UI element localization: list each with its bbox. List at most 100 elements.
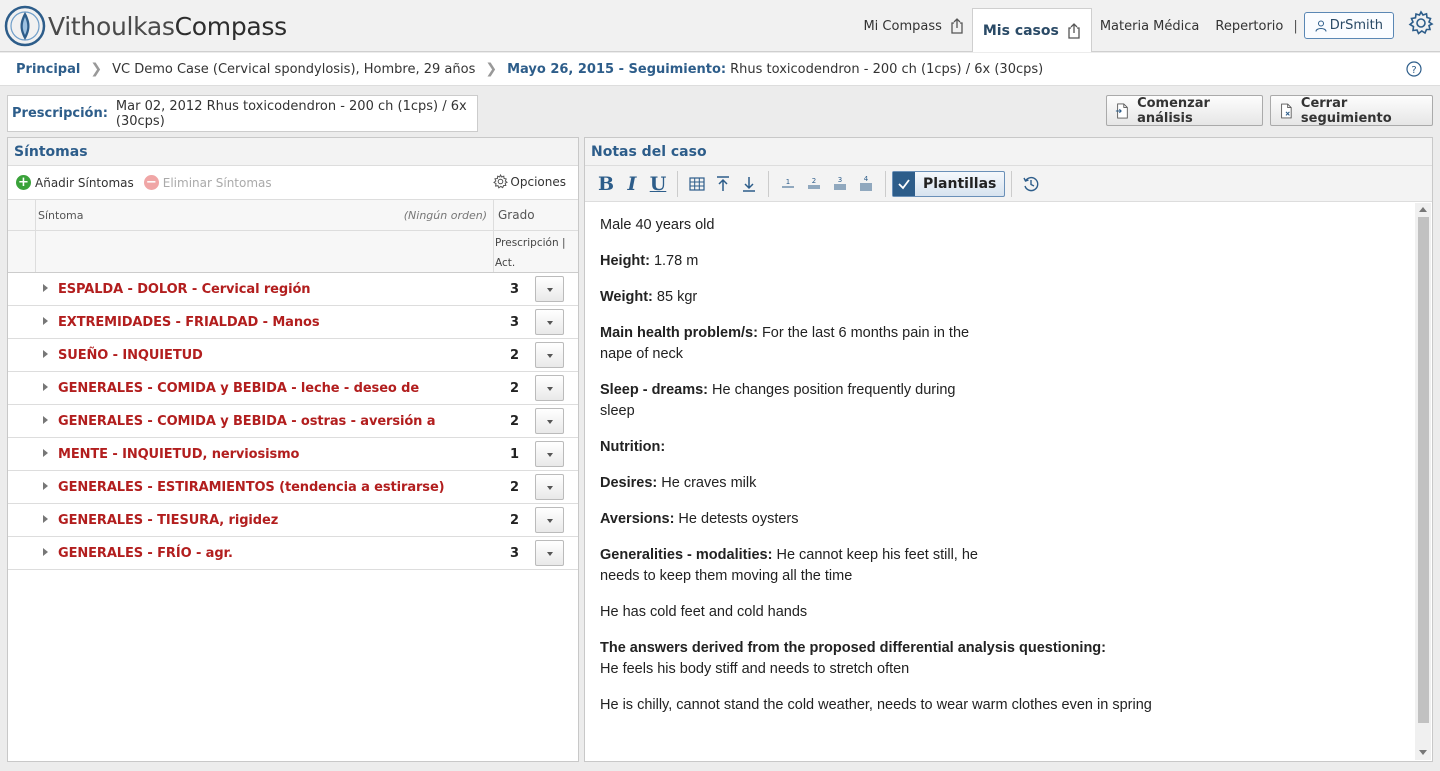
expand-arrow-icon[interactable] — [43, 515, 48, 523]
table-row[interactable]: GENERALES - COMIDA y BEBIDA - leche - de… — [8, 372, 578, 405]
symptom-grade: 3 — [510, 545, 520, 561]
remove-symptoms-label: Eliminar Síntomas — [162, 175, 272, 190]
settings-gear-icon[interactable] — [1408, 10, 1434, 36]
prescription-value: Mar 02, 2012 Rhus toxicodendron - 200 ch… — [115, 98, 467, 129]
case-notes-editor[interactable]: Male 40 years old Height: 1.78 m Weight:… — [585, 203, 1414, 761]
history-button[interactable] — [1018, 170, 1044, 198]
note-key: Weight: — [600, 289, 653, 305]
options-label: Opciones — [510, 174, 566, 189]
symptom-label[interactable]: GENERALES - COMIDA y BEBIDA - ostras - a… — [58, 414, 436, 429]
share-icon — [1068, 22, 1080, 39]
heading-2-button[interactable]: 2 — [801, 170, 827, 198]
note-chilly: He is chilly, cannot stand the cold weat… — [600, 697, 1152, 713]
bold-button[interactable]: B — [593, 170, 619, 198]
scroll-up-icon[interactable] — [1419, 207, 1427, 212]
note-main-problem: Main health problem/s: For the last 6 mo… — [600, 323, 1399, 365]
note-sleep: Sleep - dreams: He changes position freq… — [600, 380, 1399, 422]
symptom-label[interactable]: GENERALES - ESTIRAMIENTOS (tendencia a e… — [58, 480, 445, 495]
symptom-grade: 2 — [510, 413, 520, 429]
grade-dropdown-button[interactable] — [535, 441, 564, 467]
symptom-label[interactable]: ESPALDA - DOLOR - Cervical región — [58, 282, 311, 297]
add-symptoms-button[interactable]: + Añadir Síntomas — [16, 175, 134, 190]
symptoms-title: Síntomas — [8, 138, 578, 166]
expand-arrow-icon[interactable] — [43, 317, 48, 325]
heading-3-button[interactable]: 3 — [827, 170, 853, 198]
nav-materia-medica[interactable]: Materia Médica — [1092, 8, 1208, 44]
svg-text:2: 2 — [812, 177, 816, 185]
table-row[interactable]: GENERALES - ESTIRAMIENTOS (tendencia a e… — [8, 471, 578, 504]
symptom-label[interactable]: SUEÑO - INQUIETUD — [58, 348, 203, 363]
insert-above-button[interactable] — [710, 170, 736, 198]
nav-mis-casos-label: Mis casos — [982, 22, 1059, 39]
remove-symptoms-button[interactable]: − Eliminar Síntomas — [143, 175, 272, 190]
expand-arrow-icon[interactable] — [43, 284, 48, 292]
symptom-label[interactable]: MENTE - INQUIETUD, nerviosismo — [58, 447, 299, 462]
expand-arrow-icon[interactable] — [43, 548, 48, 556]
note-key: Generalities - modalities: — [600, 547, 773, 563]
table-row[interactable]: EXTREMIDADES - FRIALDAD - Manos 3 — [8, 306, 578, 339]
grade-dropdown-button[interactable] — [535, 375, 564, 401]
heading-4-button[interactable]: 4 — [853, 170, 879, 198]
grade-dropdown-button[interactable] — [535, 540, 564, 566]
start-analysis-button[interactable]: Comenzar análisis — [1106, 95, 1263, 126]
expand-arrow-icon[interactable] — [43, 383, 48, 391]
table-row[interactable]: MENTE - INQUIETUD, nerviosismo 1 — [8, 438, 578, 471]
nav-mi-compass[interactable]: Mi Compass — [855, 8, 971, 44]
templates-button[interactable]: Plantillas — [892, 170, 1006, 197]
table-row[interactable]: GENERALES - COMIDA y BEBIDA - ostras - a… — [8, 405, 578, 438]
nav-repertorio[interactable]: Repertorio — [1207, 8, 1291, 44]
app-logo[interactable]: VithoulkasCompass — [4, 4, 287, 48]
breadcrumb-case[interactable]: VC Demo Case (Cervical spondylosis), Hom… — [112, 62, 475, 77]
note-value: He changes position frequently during — [708, 382, 956, 398]
close-followup-label: Cerrar seguimiento — [1300, 95, 1392, 126]
note-value: He detests oysters — [674, 511, 799, 527]
sort-order-label: (Ningún orden) — [403, 208, 487, 222]
symptom-label[interactable]: GENERALES - COMIDA y BEBIDA - leche - de… — [58, 381, 419, 396]
note-key: Desires: — [600, 475, 658, 491]
grade-dropdown-button[interactable] — [535, 276, 564, 302]
insert-below-button[interactable] — [736, 170, 762, 198]
table-row[interactable]: GENERALES - TIESURA, rigidez 2 — [8, 504, 578, 537]
grade-dropdown-button[interactable] — [535, 474, 564, 500]
note-value: He craves milk — [657, 475, 757, 491]
subheader-spacer — [36, 231, 494, 272]
symptom-label[interactable]: GENERALES - FRÍO - agr. — [58, 546, 233, 561]
user-button[interactable]: DrSmith — [1303, 12, 1394, 39]
expand-arrow-icon[interactable] — [43, 350, 48, 358]
scrollbar-thumb[interactable] — [1418, 217, 1429, 723]
plus-circle-icon: + — [16, 175, 31, 190]
gear-icon — [493, 174, 509, 189]
heading-1-button[interactable]: 1 — [775, 170, 801, 198]
scroll-down-icon[interactable] — [1419, 750, 1427, 755]
grade-column-header[interactable]: Grado — [494, 200, 578, 230]
close-followup-button[interactable]: Cerrar seguimiento — [1270, 95, 1433, 126]
expand-arrow-icon[interactable] — [43, 482, 48, 490]
grade-dropdown-button[interactable] — [535, 309, 564, 335]
table-button[interactable] — [684, 170, 710, 198]
case-notes-panel: Notas del caso B I U 1 2 3 4 Plantillas … — [584, 137, 1433, 762]
symptom-label[interactable]: EXTREMIDADES - FRIALDAD - Manos — [58, 315, 320, 330]
symptom-label[interactable]: GENERALES - TIESURA, rigidez — [58, 513, 278, 528]
underline-button[interactable]: U — [645, 170, 671, 198]
table-row[interactable]: ESPALDA - DOLOR - Cervical región 3 — [8, 273, 578, 306]
notes-scrollbar[interactable] — [1415, 203, 1431, 760]
grade-sub-act: Act. — [495, 257, 516, 269]
breadcrumb-home[interactable]: Principal — [16, 62, 80, 77]
expand-arrow-icon[interactable] — [43, 416, 48, 424]
grade-dropdown-button[interactable] — [535, 342, 564, 368]
grade-dropdown-button[interactable] — [535, 507, 564, 533]
breadcrumb-followup-date: Mayo 26, 2015 - Seguimiento: — [507, 61, 727, 77]
grade-dropdown-button[interactable] — [535, 408, 564, 434]
toolbar-divider — [885, 170, 886, 197]
help-icon[interactable]: ? — [1406, 61, 1422, 77]
heading-2-icon: 2 — [808, 177, 820, 188]
table-row[interactable]: GENERALES - FRÍO - agr. 3 — [8, 537, 578, 570]
expand-arrow-icon[interactable] — [43, 449, 48, 457]
symptom-grade: 2 — [510, 380, 520, 396]
note-aversions: Aversions: He detests oysters — [600, 509, 1399, 530]
nav-mis-casos[interactable]: Mis casos — [971, 8, 1092, 52]
options-button[interactable]: Opciones — [493, 174, 566, 189]
italic-button[interactable]: I — [619, 170, 645, 198]
table-row[interactable]: SUEÑO - INQUIETUD 2 — [8, 339, 578, 372]
symptom-column-header[interactable]: Síntoma (Ningún orden) — [36, 200, 494, 230]
